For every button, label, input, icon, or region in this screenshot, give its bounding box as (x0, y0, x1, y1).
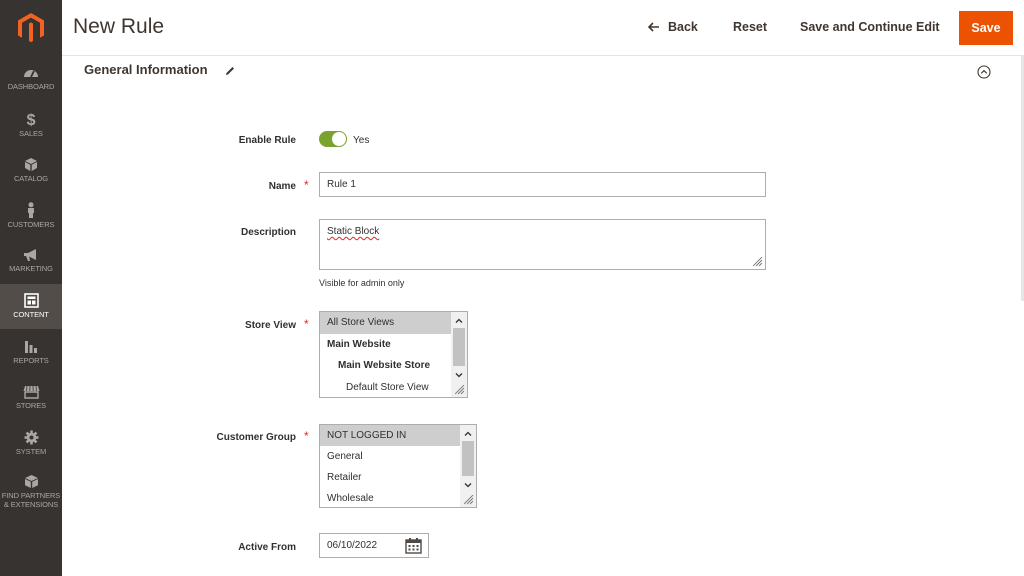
sidebar-item-label: SALES (19, 128, 43, 138)
scrollbar-thumb[interactable] (462, 441, 474, 476)
customer-group-option[interactable]: Wholesale (320, 488, 460, 507)
active-from-label: Active From (238, 542, 296, 553)
store-view-option[interactable]: All Store Views (320, 312, 451, 334)
save-and-continue-button[interactable]: Save and Continue Edit (800, 20, 940, 34)
scroll-down-icon[interactable] (460, 477, 476, 493)
sidebar-item-label: CONTENT (13, 310, 49, 320)
sidebar-item-label: REPORTS (13, 355, 49, 365)
store-view-multiselect[interactable]: All Store Views Main Website Main Websit… (319, 311, 468, 398)
magento-logo[interactable] (0, 0, 62, 56)
name-label: Name (268, 181, 296, 192)
sidebar-item-reports[interactable]: REPORTS (0, 329, 62, 375)
store-view-option[interactable]: Main Website Store (320, 355, 451, 377)
sidebar-item-label: & EXTENSIONS (3, 500, 59, 509)
description-label: Description (240, 227, 296, 238)
svg-text:$: $ (27, 112, 36, 127)
scroll-up-icon[interactable] (460, 425, 476, 441)
section-title[interactable]: General Information (84, 62, 208, 77)
store-view-option[interactable]: Default Store View (320, 377, 451, 398)
scrollbar-thumb[interactable] (453, 328, 465, 366)
cube-icon (25, 157, 37, 171)
reset-button[interactable]: Reset (733, 20, 767, 34)
active-from-value: 06/10/2022 (327, 540, 378, 551)
sidebar-item-label: STORES (15, 400, 47, 410)
bar-chart-icon (25, 340, 37, 353)
sidebar-item-find-partners[interactable]: FIND PARTNERS & EXTENSIONS (0, 466, 62, 518)
box-icon (24, 475, 38, 488)
gear-icon (24, 430, 38, 445)
sidebar-item-customers[interactable]: CUSTOMERS (0, 193, 62, 239)
description-note: Visible for admin only (319, 278, 405, 288)
scroll-down-icon[interactable] (451, 367, 467, 383)
admin-sidebar: DASHBOARD $ SALES CATALOG CUSTOMERS MARK… (0, 0, 62, 576)
sidebar-item-dashboard[interactable]: DASHBOARD (0, 56, 62, 102)
enable-rule-label: Enable Rule (238, 135, 296, 146)
sidebar-item-catalog[interactable]: CATALOG (0, 147, 62, 193)
enable-rule-value: Yes (353, 135, 370, 146)
sidebar-item-system[interactable]: SYSTEM (0, 420, 62, 466)
enable-rule-toggle[interactable] (319, 131, 347, 147)
sidebar-item-label: SYSTEM (15, 446, 47, 456)
back-button[interactable]: Back (648, 20, 698, 34)
resize-handle-icon[interactable] (455, 385, 465, 395)
sidebar-item-stores[interactable]: STORES (0, 375, 62, 421)
toggle-knob (332, 132, 346, 146)
magento-logo-icon (18, 13, 44, 43)
layout-icon (23, 293, 39, 309)
sidebar-item-sales[interactable]: $ SALES (0, 102, 62, 148)
customer-group-multiselect[interactable]: NOT LOGGED IN General Retailer Wholesale (319, 424, 477, 508)
resize-handle-icon[interactable] (753, 257, 763, 267)
store-view-option[interactable]: Main Website (320, 334, 451, 356)
sidebar-item-content[interactable]: CONTENT (0, 283, 62, 329)
sidebar-item-label: MARKETING (9, 264, 53, 274)
megaphone-icon (24, 249, 36, 262)
dashboard-icon (24, 70, 38, 78)
sidebar-item-label: CATALOG (13, 173, 49, 183)
arrow-left-icon (648, 22, 659, 32)
storefront-icon (23, 385, 39, 399)
required-asterisk: * (304, 429, 309, 443)
sidebar-item-label: FIND PARTNERS (1, 491, 61, 500)
resize-handle-icon[interactable] (464, 495, 474, 505)
page-title: New Rule (73, 15, 165, 38)
page-header: New Rule Back Reset Save and Continue Ed… (62, 0, 1024, 56)
calendar-icon[interactable] (405, 537, 422, 554)
customer-group-option[interactable]: Retailer (320, 467, 460, 488)
name-input[interactable] (319, 172, 766, 197)
save-button[interactable]: Save (959, 11, 1013, 45)
required-asterisk: * (304, 317, 309, 331)
customer-group-label: Customer Group (216, 432, 296, 443)
chevron-up-icon[interactable] (977, 65, 991, 79)
sidebar-item-label: CUSTOMERS (7, 219, 55, 229)
description-textarea[interactable]: Static Block (319, 219, 766, 270)
sidebar-item-label: DASHBOARD (7, 82, 55, 92)
scroll-up-icon[interactable] (451, 312, 467, 328)
pencil-icon (226, 67, 234, 75)
description-value: Static Block (327, 226, 380, 237)
customer-group-option[interactable]: NOT LOGGED IN (320, 425, 460, 446)
person-icon (28, 202, 34, 218)
store-view-label: Store View (245, 320, 296, 331)
required-asterisk: * (304, 178, 309, 192)
dollar-icon: $ (27, 112, 36, 127)
customer-group-option[interactable]: General (320, 446, 460, 467)
active-from-input[interactable]: 06/10/2022 (319, 533, 429, 558)
back-button-label: Back (668, 20, 698, 34)
sidebar-item-marketing[interactable]: MARKETING (0, 238, 62, 284)
